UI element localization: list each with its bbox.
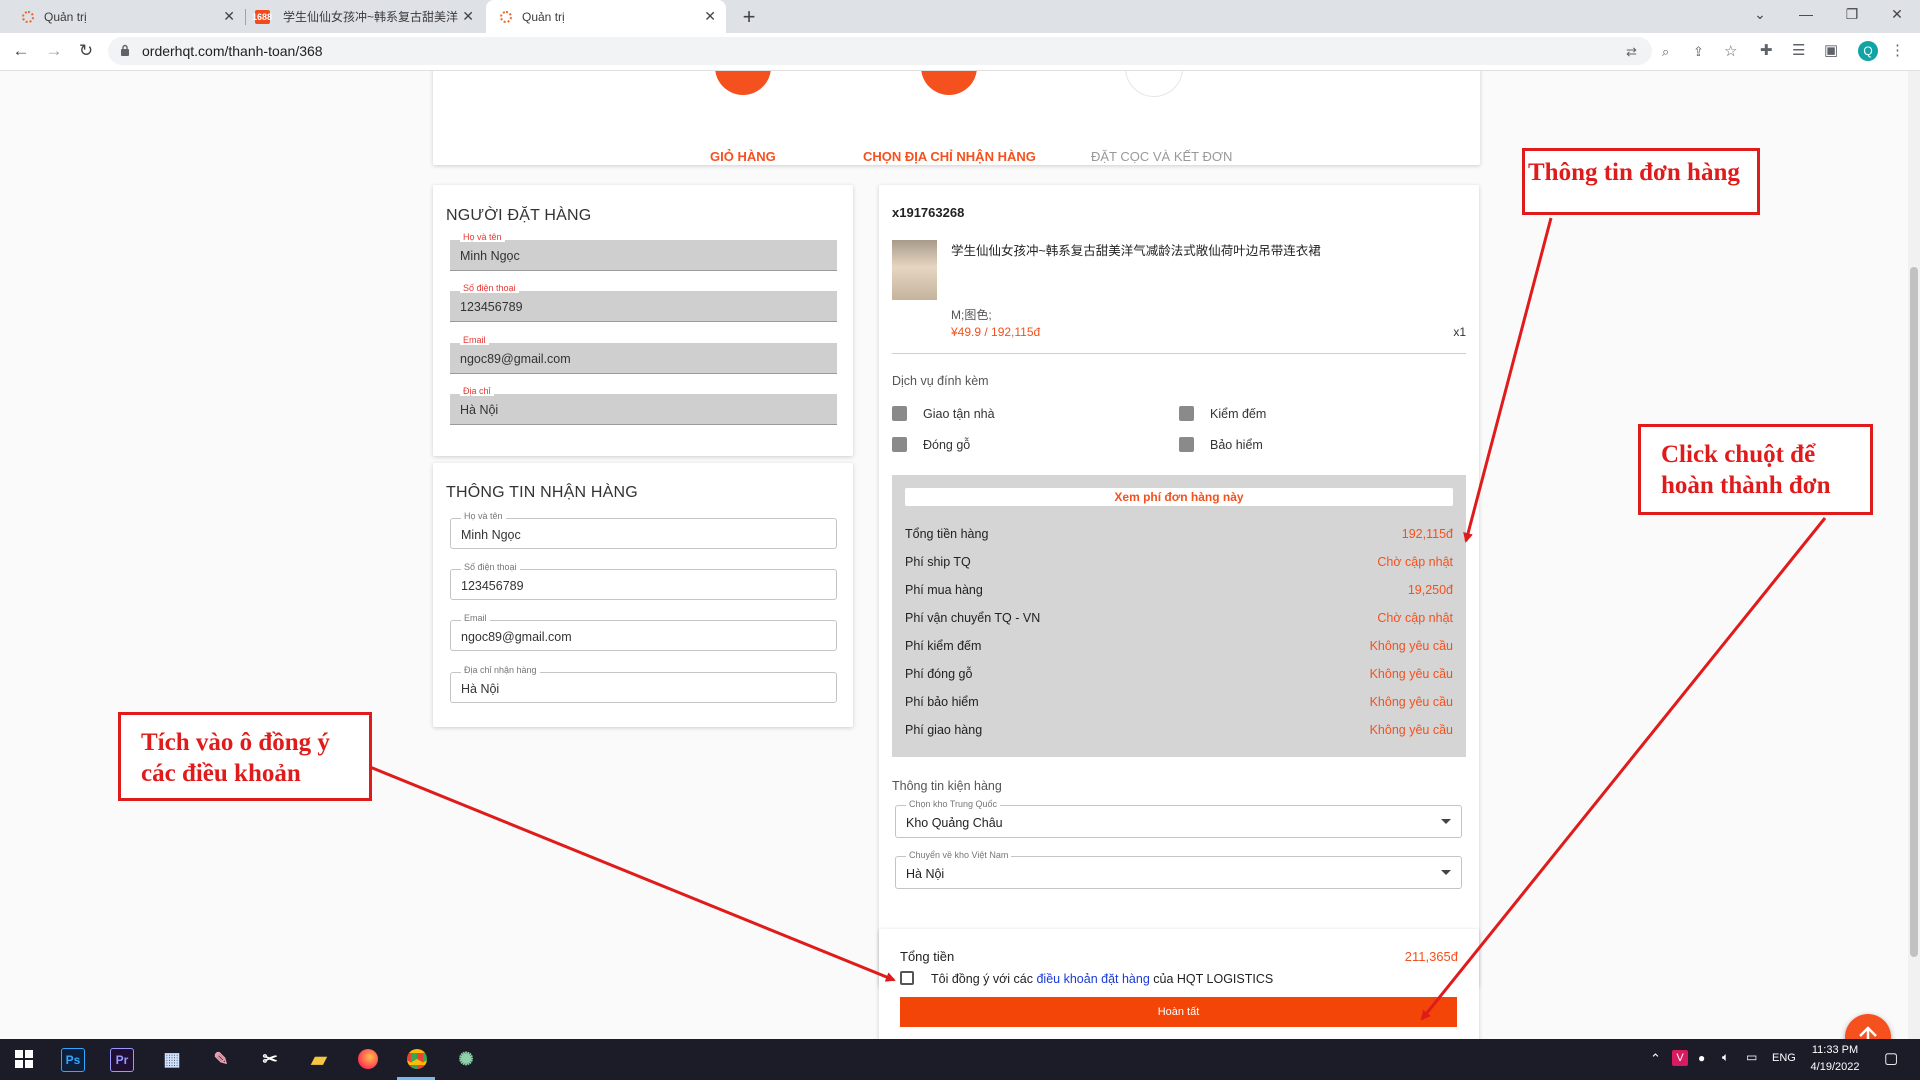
clock-time[interactable]: 11:33 PM [1810, 1044, 1860, 1056]
share-icon[interactable]: ⇪ [1693, 44, 1704, 60]
browser-toolbar: ← → ↻ orderhqt.com/thanh-toan/368 ⇄ ⌕ ⇪ … [0, 33, 1920, 71]
notification-icon[interactable]: ▢ [1884, 1049, 1898, 1067]
premiere-icon[interactable]: Pr [110, 1048, 134, 1072]
zoom-icon[interactable]: ⌕ [1662, 44, 1669, 60]
vietkey-icon[interactable]: V [1672, 1050, 1688, 1066]
translate-icon[interactable]: ⇄ [1626, 44, 1637, 60]
snipping-tool-icon[interactable]: ✂ [257, 1046, 283, 1072]
paint-icon[interactable]: ✎ [208, 1046, 234, 1072]
windows-start-icon[interactable] [11, 1046, 37, 1072]
scroll-top-button[interactable] [1845, 1014, 1891, 1039]
chrome-icon[interactable] [404, 1046, 430, 1072]
file-explorer-icon[interactable]: ▰ [306, 1046, 332, 1072]
back-icon[interactable]: ← [7, 37, 35, 65]
annotation-arrows [369, 217, 1827, 1021]
tab-2[interactable]: 1688 学生仙仙女孩冲~韩系复古甜美洋 ✕ [247, 0, 484, 33]
zalo-icon[interactable]: ● [1698, 1051, 1705, 1065]
profile-avatar[interactable]: Q [1858, 41, 1878, 61]
clock-date[interactable]: 4/19/2022 [1806, 1061, 1864, 1073]
tab-title: 学生仙仙女孩冲~韩系复古甜美洋 [283, 10, 459, 24]
paint-3d-icon[interactable]: ✺ [453, 1046, 479, 1072]
arrow-to-fees [1463, 217, 1553, 543]
dotted-circle-icon [498, 9, 513, 24]
close-icon[interactable]: ✕ [223, 8, 235, 25]
arrow-to-checkbox [369, 765, 896, 982]
tab-search-icon[interactable]: ⌄ [1737, 0, 1783, 30]
maximize-button[interactable]: ❐ [1829, 0, 1875, 30]
tab-title: Quản trị [44, 9, 87, 24]
tab-strip: Quản trị ✕ 1688 学生仙仙女孩冲~韩系复古甜美洋 ✕ Quản t… [0, 0, 1920, 33]
page-content: GIỎ HÀNG CHỌN ĐỊA CHỈ NHẬN HÀNG ĐẶT CỌC … [0, 71, 1908, 1039]
calculator-icon[interactable]: ▦ [159, 1046, 185, 1072]
tab-title: Quản trị [522, 9, 565, 24]
lock-icon [121, 44, 129, 56]
windows-taskbar: Ps Pr ▦ ✎ ✂ ▰ ✺ ⌃ V ● 🔈︎ ▭ ENG 11:33 PM … [0, 1039, 1920, 1080]
tab-1[interactable]: Quản trị ✕ [8, 0, 246, 33]
volume-icon[interactable]: 🔈︎ [1722, 1050, 1729, 1065]
side-panel-icon[interactable]: ▣ [1824, 41, 1838, 59]
1688-icon: 1688 [251, 9, 273, 24]
network-icon[interactable]: ▭ [1746, 1050, 1757, 1064]
menu-kebab-icon[interactable]: ⋮ [1890, 41, 1905, 59]
close-window-button[interactable]: ✕ [1874, 0, 1920, 30]
close-icon[interactable]: ✕ [704, 8, 716, 25]
minimize-button[interactable]: — [1783, 0, 1829, 30]
reload-icon[interactable]: ↻ [72, 37, 100, 65]
arrow-up-icon [1859, 1026, 1877, 1039]
language-indicator[interactable]: ENG [1772, 1052, 1796, 1064]
extensions-icon[interactable]: ✚ [1760, 41, 1773, 59]
new-tab-button[interactable]: + [736, 0, 762, 33]
close-icon[interactable]: ✕ [462, 8, 474, 25]
address-bar[interactable]: orderhqt.com/thanh-toan/368 ⇄ ⌕ ⇪ ☆ [108, 37, 1737, 65]
tab-3-active[interactable]: Quản trị ✕ [486, 0, 726, 33]
bookmark-star-icon[interactable]: ☆ [1724, 42, 1737, 60]
url-text: orderhqt.com/thanh-toan/368 [142, 43, 323, 59]
forward-icon[interactable]: → [40, 37, 68, 65]
dotted-circle-icon [20, 9, 35, 24]
photoshop-icon[interactable]: Ps [61, 1048, 85, 1072]
arrow-to-complete-button [1420, 517, 1827, 1021]
chevron-up-icon[interactable]: ⌃ [1650, 1051, 1661, 1067]
reading-list-icon[interactable]: ☰ [1792, 41, 1805, 59]
firefox-icon[interactable] [355, 1046, 381, 1072]
scrollbar-thumb[interactable] [1910, 267, 1918, 957]
